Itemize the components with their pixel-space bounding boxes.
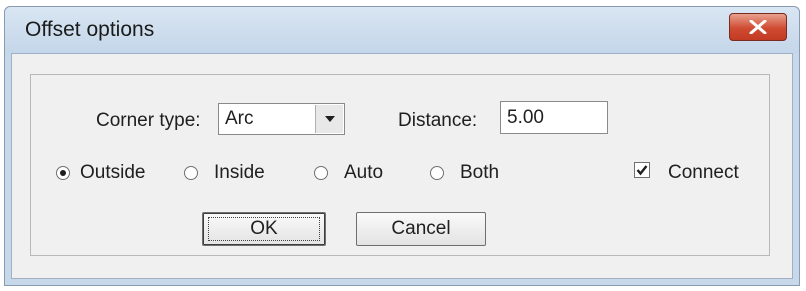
radio-inside[interactable] (184, 166, 198, 180)
ok-button[interactable]: OK (202, 212, 326, 246)
close-icon (749, 20, 767, 34)
radio-auto[interactable] (314, 166, 328, 180)
distance-input[interactable] (501, 102, 607, 133)
connect-checkbox[interactable] (634, 162, 650, 178)
radio-inside-label[interactable]: Inside (214, 162, 265, 184)
radio-outside[interactable] (56, 166, 70, 180)
checkmark-icon (636, 165, 648, 176)
distance-label: Distance: (398, 110, 478, 131)
radio-auto-label[interactable]: Auto (344, 162, 383, 184)
title-bar[interactable]: Offset options (5, 7, 799, 53)
window-title: Offset options (25, 18, 155, 41)
radio-outside-label[interactable]: Outside (80, 162, 145, 184)
dropdown-arrow[interactable] (315, 105, 343, 133)
radio-selected-dot (60, 170, 66, 176)
focus-rectangle (208, 217, 320, 241)
chevron-down-icon (325, 116, 335, 122)
cancel-button-label: Cancel (391, 218, 451, 239)
radio-both[interactable] (430, 166, 444, 180)
corner-type-select[interactable]: Arc (218, 103, 345, 135)
close-button[interactable] (729, 13, 787, 41)
radio-both-label[interactable]: Both (460, 162, 499, 184)
corner-type-label: Corner type: (96, 110, 201, 131)
cancel-button[interactable]: Cancel (356, 212, 486, 246)
corner-type-value: Arc (225, 108, 254, 129)
distance-field[interactable] (500, 101, 608, 134)
connect-label[interactable]: Connect (668, 162, 739, 184)
